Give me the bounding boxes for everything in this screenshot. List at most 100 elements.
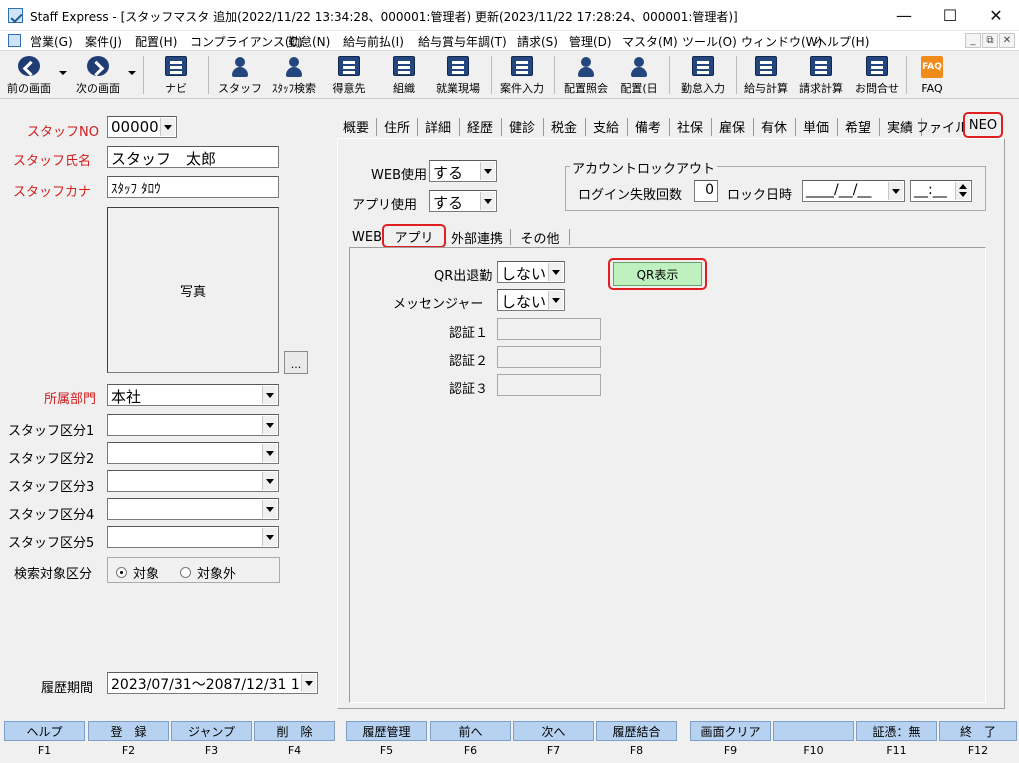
subtab-other[interactable]: その他 <box>513 226 567 248</box>
navi-button[interactable]: ナビ <box>153 54 199 96</box>
f11-evidence-button[interactable]: 証憑：無 <box>856 721 937 741</box>
chevron-down-icon[interactable] <box>262 528 277 546</box>
menu-tools[interactable]: ツール(O) <box>682 33 737 50</box>
chevron-down-icon[interactable] <box>480 192 495 210</box>
f10-button[interactable] <box>773 721 854 741</box>
dept-combo[interactable]: 本社 <box>107 384 279 406</box>
f5-history-button[interactable]: 履歴管理 <box>346 721 427 741</box>
menu-master[interactable]: マスタ(M) <box>622 33 678 50</box>
subtab-external-link[interactable]: 外部連携 <box>446 226 508 248</box>
tab-unit-price[interactable]: 単価 <box>797 114 835 138</box>
tab-career[interactable]: 経歴 <box>461 114 499 138</box>
minimize-button[interactable]: — <box>881 0 927 31</box>
staff-name-input[interactable]: スタッフ 太郎 <box>107 146 279 168</box>
mdi-minimize-button[interactable]: _ <box>965 33 981 48</box>
faq-button[interactable]: FAQ FAQ <box>913 54 951 96</box>
f6-prev-button[interactable]: 前へ <box>430 721 511 741</box>
qr-display-button[interactable]: QR表示 <box>613 262 702 286</box>
menu-help[interactable]: ヘルプ(H) <box>815 33 869 50</box>
staff-category-1-combo[interactable] <box>107 414 279 436</box>
tab-employment-insurance[interactable]: 雇保 <box>713 114 751 138</box>
f7-next-button[interactable]: 次へ <box>513 721 594 741</box>
tab-files[interactable]: ファイル <box>916 114 968 138</box>
tab-neo[interactable]: NEO <box>963 112 1003 138</box>
tab-overview[interactable]: 概要 <box>337 114 375 138</box>
f2-register-button[interactable]: 登 録 <box>88 721 169 741</box>
mdi-restore-button[interactable]: ⧉ <box>982 33 998 48</box>
chevron-down-icon[interactable] <box>301 674 316 692</box>
staff-kana-input[interactable]: ｽﾀｯﾌ ﾀﾛｳ <box>107 176 279 198</box>
menu-window[interactable]: ウィンドウ(W) <box>741 33 822 50</box>
lock-time-spinner[interactable]: __:__ <box>910 180 972 202</box>
staff-category-5-combo[interactable] <box>107 526 279 548</box>
target-on-radio[interactable]: 対象 <box>116 563 159 582</box>
chevron-down-icon[interactable] <box>548 263 563 281</box>
attendance-entry-button[interactable]: 勤怠入力 <box>676 54 730 96</box>
staff-search-button[interactable]: ｽﾀｯﾌ検索 <box>266 54 322 96</box>
spin-up-down-icon[interactable] <box>955 182 970 200</box>
menu-advance[interactable]: 給与前払(I) <box>343 33 404 50</box>
menu-payroll[interactable]: 給与賞与年調(T) <box>418 33 507 50</box>
tab-address[interactable]: 住所 <box>378 114 416 138</box>
client-button[interactable]: 得意先 <box>326 54 372 96</box>
staff-button[interactable]: スタッフ <box>218 54 262 96</box>
maximize-button[interactable]: ☐ <box>927 0 973 31</box>
billing-calc-button[interactable]: 請求計算 <box>795 54 847 96</box>
next-screen-button[interactable]: 次の画面 <box>72 54 124 96</box>
tab-detail[interactable]: 詳細 <box>419 114 457 138</box>
menu-case[interactable]: 案件(J) <box>85 33 122 50</box>
chevron-down-icon[interactable] <box>160 118 175 136</box>
menu-admin[interactable]: 管理(D) <box>569 33 612 50</box>
chevron-down-icon[interactable] <box>262 472 277 490</box>
assign-inquiry-button[interactable]: 配置照会 <box>560 54 612 96</box>
next-dropdown-icon[interactable] <box>128 71 136 75</box>
work-site-button[interactable]: 就業現場 <box>430 54 486 96</box>
chevron-down-icon[interactable] <box>262 444 277 462</box>
tab-remarks[interactable]: 備考 <box>629 114 667 138</box>
chevron-down-icon[interactable] <box>262 500 277 518</box>
chevron-down-icon[interactable] <box>262 386 277 404</box>
chevron-down-icon[interactable] <box>548 291 563 309</box>
target-off-radio[interactable]: 対象外 <box>180 563 236 582</box>
prev-dropdown-icon[interactable] <box>59 71 67 75</box>
history-period-combo[interactable]: 2023/07/31～2087/12/31 1 <box>107 672 318 694</box>
payroll-calc-button[interactable]: 給与計算 <box>740 54 792 96</box>
subtab-web[interactable]: WEB <box>352 226 382 248</box>
tab-preference[interactable]: 希望 <box>839 114 877 138</box>
f12-exit-button[interactable]: 終 了 <box>939 721 1017 741</box>
chevron-down-icon[interactable] <box>262 416 277 434</box>
org-button[interactable]: 組織 <box>382 54 426 96</box>
menu-assign[interactable]: 配置(H) <box>135 33 177 50</box>
menu-compliance[interactable]: コンプライアンス(C) <box>190 33 303 50</box>
tab-health-check[interactable]: 健診 <box>503 114 541 138</box>
f3-jump-button[interactable]: ジャンプ <box>171 721 252 741</box>
tab-tax[interactable]: 税金 <box>545 114 583 138</box>
staff-no-combo[interactable]: 000005 <box>107 116 177 138</box>
f4-delete-button[interactable]: 削 除 <box>254 721 335 741</box>
subtab-app[interactable]: アプリ <box>382 224 446 248</box>
inquiry-button[interactable]: お問合せ <box>851 54 903 96</box>
photo-browse-button[interactable]: ... <box>284 351 308 374</box>
chevron-down-icon[interactable] <box>480 162 495 180</box>
f8-merge-history-button[interactable]: 履歴結合 <box>596 721 677 741</box>
menu-attendance[interactable]: 勤怠(N) <box>288 33 330 50</box>
f9-clear-screen-button[interactable]: 画面クリア <box>690 721 771 741</box>
qr-attendance-combo[interactable]: しない <box>497 261 565 283</box>
prev-screen-button[interactable]: 前の画面 <box>4 54 54 96</box>
app-use-combo[interactable]: する <box>429 190 497 212</box>
close-button[interactable]: ✕ <box>973 0 1019 31</box>
tab-results[interactable]: 実績 <box>881 114 919 138</box>
tab-social-insurance[interactable]: 社保 <box>671 114 709 138</box>
chevron-down-icon[interactable] <box>888 182 903 200</box>
web-use-combo[interactable]: する <box>429 160 497 182</box>
f1-help-button[interactable]: ヘルプ <box>4 721 85 741</box>
case-entry-button[interactable]: 案件入力 <box>496 54 548 96</box>
assign-day-button[interactable]: 配置(日 <box>616 54 662 96</box>
mdi-close-button[interactable]: ✕ <box>999 33 1015 48</box>
staff-category-4-combo[interactable] <box>107 498 279 520</box>
staff-category-2-combo[interactable] <box>107 442 279 464</box>
menu-billing[interactable]: 請求(S) <box>517 33 558 50</box>
staff-category-3-combo[interactable] <box>107 470 279 492</box>
tab-paid-leave[interactable]: 有休 <box>755 114 793 138</box>
login-fail-count-input[interactable]: 0 <box>694 180 718 202</box>
